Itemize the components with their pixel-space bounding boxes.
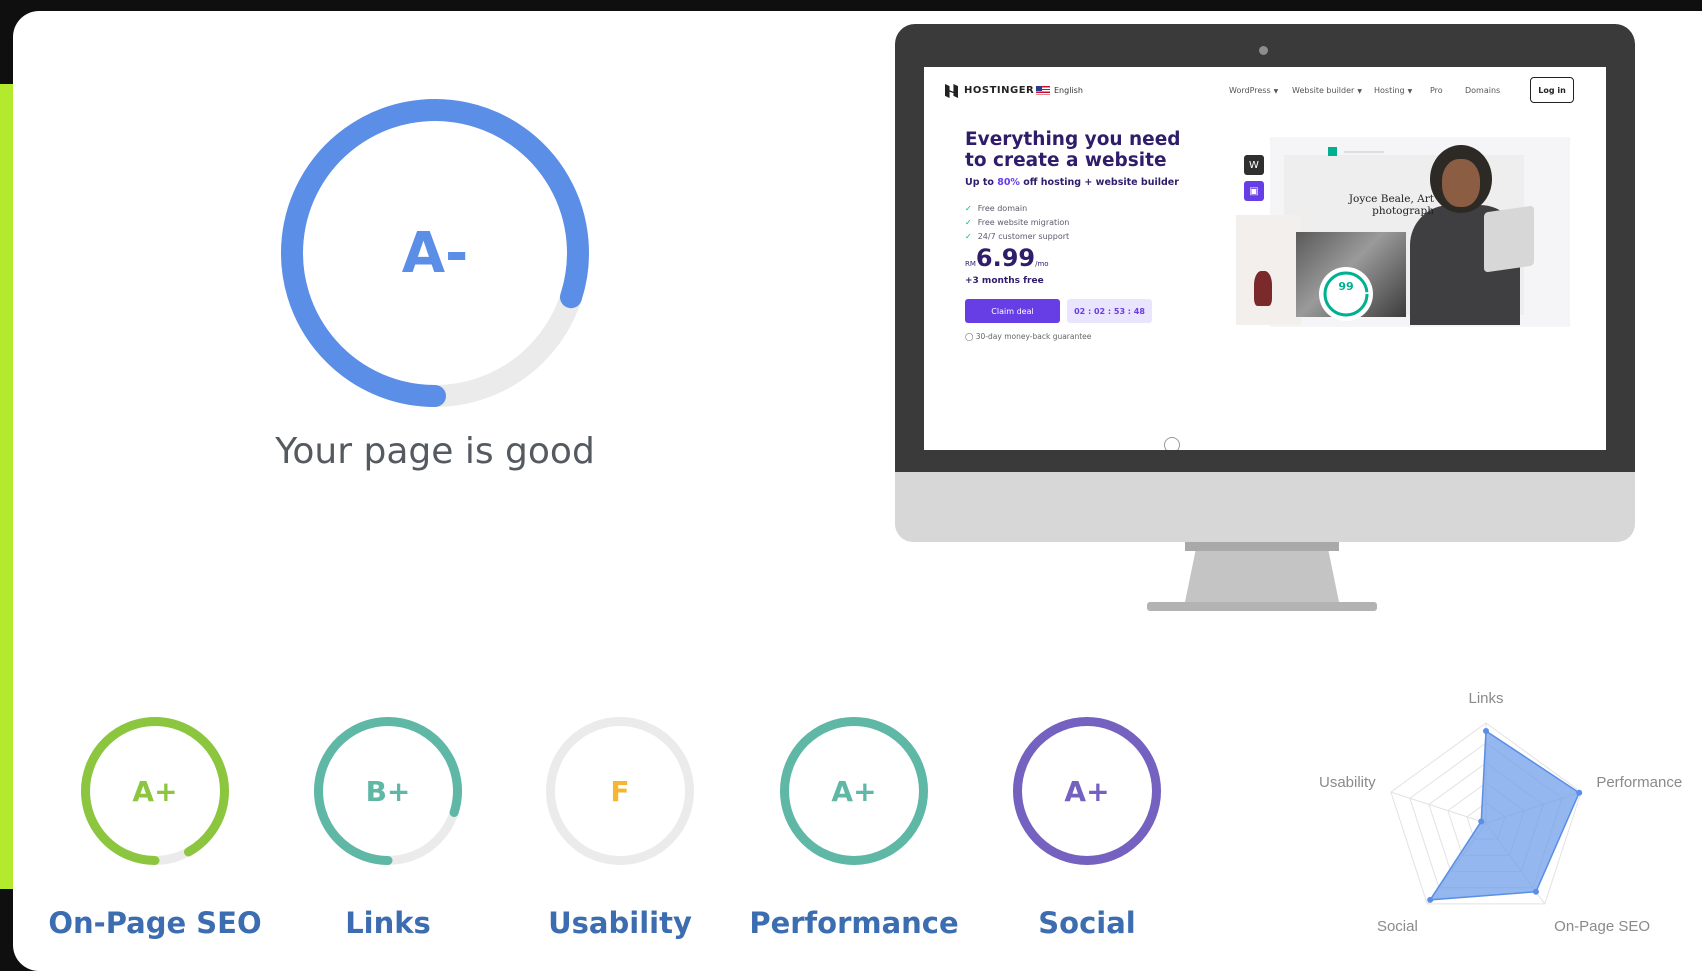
website-screenshot: HOSTINGER English WordPress ▼ Website bui… bbox=[924, 67, 1606, 450]
chevron-down-icon: ▼ bbox=[1273, 88, 1279, 95]
on-page-seo-label: On-Page SEO bbox=[48, 906, 262, 940]
hero-photo-caption: Joyce Beale, Art photograph bbox=[1348, 193, 1434, 217]
radar-point bbox=[1483, 728, 1489, 734]
hero-image-vase-card bbox=[1236, 215, 1301, 325]
webcam-icon bbox=[1259, 46, 1268, 55]
monitor-stand-joint bbox=[1185, 542, 1339, 551]
site-login-button: Log in bbox=[1530, 77, 1574, 103]
radar-point bbox=[1427, 896, 1434, 903]
links-label: Links bbox=[345, 906, 431, 940]
site-claim-button: Claim deal bbox=[965, 299, 1060, 323]
site-nav-item: Domains bbox=[1465, 86, 1501, 95]
site-hero-title: Everything you need to create a website bbox=[965, 129, 1181, 171]
radar-axis-label: Usability bbox=[1319, 774, 1376, 791]
social-label: Social bbox=[1038, 906, 1136, 940]
radar-point bbox=[1576, 789, 1583, 796]
radar-axis-label: Links bbox=[1468, 690, 1503, 707]
social-grade: A+ bbox=[1064, 774, 1110, 808]
site-feature: ✓ Free domain bbox=[965, 204, 1028, 213]
radar-axis-label: Performance bbox=[1596, 774, 1682, 791]
report-card: A- Your page is good HOSTINGER English W… bbox=[13, 11, 1702, 971]
overall-message: Your page is good bbox=[275, 431, 595, 472]
site-offer: Up to 80% off hosting + website builder bbox=[965, 177, 1179, 188]
category-radar-chart: Links Performance On-Page SEO Social Usabili… bbox=[1319, 690, 1682, 935]
performance-grade: A+ bbox=[831, 774, 877, 808]
site-nav-item: Hosting ▼ bbox=[1374, 86, 1413, 95]
site-feature: ✓ Free website migration bbox=[965, 218, 1070, 227]
usability-label: Usability bbox=[548, 906, 692, 940]
camera-icon: ▣ bbox=[1244, 181, 1264, 201]
hostinger-logo-icon bbox=[945, 84, 958, 98]
site-price: RM6.99/mo bbox=[965, 244, 1049, 272]
site-guarantee: ◯ 30-day money-back guarantee bbox=[965, 332, 1092, 341]
radar-axis-line bbox=[1390, 791, 1487, 824]
check-icon: ✓ bbox=[965, 204, 972, 213]
usability-grade: F bbox=[610, 774, 630, 808]
hero-image-bar bbox=[1344, 151, 1384, 153]
chevron-down-icon: ▼ bbox=[1407, 88, 1413, 95]
accent-strip bbox=[0, 84, 14, 889]
check-icon: ✓ bbox=[965, 232, 972, 241]
shield-icon: ◯ bbox=[965, 332, 976, 341]
hero-image-chip bbox=[1328, 147, 1337, 156]
wordpress-icon: W bbox=[1244, 155, 1264, 175]
site-nav-item: Pro bbox=[1430, 86, 1443, 95]
monitor-chin bbox=[895, 472, 1635, 542]
radar-point bbox=[1478, 818, 1485, 825]
radar-axis-label: Social bbox=[1377, 918, 1418, 935]
person-face bbox=[1442, 159, 1480, 207]
site-nav-item: WordPress ▼ bbox=[1229, 86, 1279, 95]
monitor-stand bbox=[1185, 542, 1339, 602]
monitor-base bbox=[1147, 602, 1377, 611]
site-feature-list: ✓ Free domain ✓ Free website migration ✓ 24… bbox=[965, 202, 1069, 244]
laptop-image bbox=[1484, 205, 1534, 273]
site-countdown: 02 : 02 : 53 : 48 bbox=[1067, 299, 1152, 323]
links-grade: B+ bbox=[365, 774, 411, 808]
site-brand: HOSTINGER bbox=[964, 85, 1035, 96]
radar-area bbox=[1428, 729, 1581, 901]
overall-grade: A- bbox=[401, 220, 469, 286]
language-selector: English bbox=[1054, 86, 1083, 95]
site-bonus: +3 months free bbox=[965, 276, 1044, 286]
us-flag-icon bbox=[1036, 86, 1050, 95]
site-feature: ✓ 24/7 customer support bbox=[965, 232, 1070, 241]
website-preview-monitor: HOSTINGER English WordPress ▼ Website bui… bbox=[895, 24, 1635, 614]
site-nav: HOSTINGER English WordPress ▼ Website bui… bbox=[924, 67, 1606, 113]
performance-score-badge bbox=[1319, 267, 1373, 321]
radar-point bbox=[1532, 888, 1539, 895]
site-nav-item: Website builder ▼ bbox=[1292, 86, 1362, 95]
radar-axis-label: On-Page SEO bbox=[1554, 918, 1650, 935]
scroll-down-icon bbox=[1164, 437, 1180, 450]
vase-image bbox=[1254, 271, 1272, 306]
chevron-down-icon: ▼ bbox=[1357, 88, 1362, 95]
on-page-seo-grade: A+ bbox=[132, 774, 178, 808]
performance-label: Performance bbox=[749, 906, 959, 940]
performance-score: 99 bbox=[1338, 280, 1354, 293]
check-icon: ✓ bbox=[965, 218, 972, 227]
